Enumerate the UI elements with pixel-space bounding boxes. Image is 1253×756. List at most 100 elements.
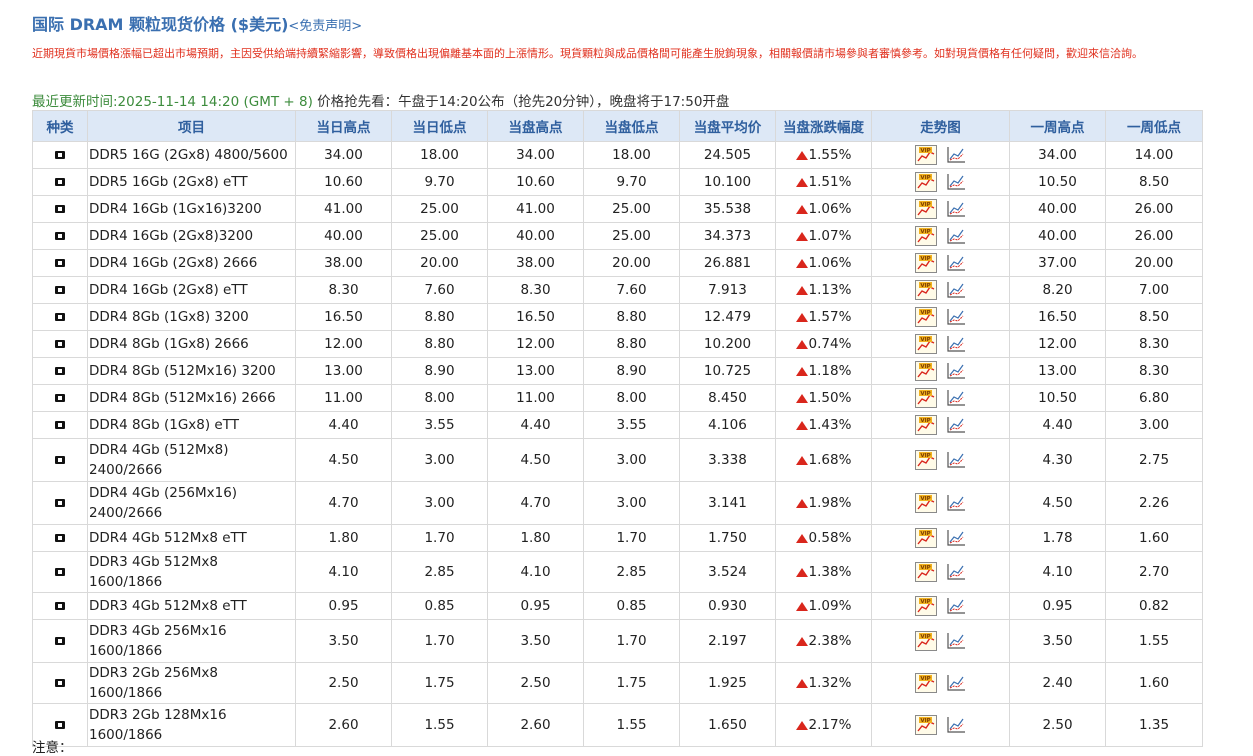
line-chart-icon[interactable] bbox=[945, 596, 967, 616]
page-title: 国际 DRAM 颗粒现货价格 ($美元)<免责声明> bbox=[32, 11, 362, 35]
change-value: 1.68% bbox=[808, 452, 852, 468]
vip-chart-icon[interactable]: VIP bbox=[914, 388, 937, 408]
type-cell bbox=[32, 195, 88, 223]
vip-chart-icon[interactable]: VIP bbox=[914, 226, 937, 246]
trend-cell: VIP bbox=[871, 357, 1010, 385]
vip-chart-icon[interactable]: VIP bbox=[914, 334, 937, 354]
table-row: DDR4 16Gb (1Gx16)3200 41.00 25.00 41.00 25.0… bbox=[32, 195, 1203, 223]
session-low-cell: 25.00 bbox=[583, 222, 680, 250]
session-high-cell: 13.00 bbox=[487, 357, 584, 385]
table-row: DDR4 8Gb (1Gx8) eTT 4.40 3.55 4.40 3.55 4.106… bbox=[32, 411, 1203, 439]
vip-chart-icon[interactable]: VIP bbox=[914, 145, 937, 165]
week-low-cell: 8.50 bbox=[1105, 303, 1203, 331]
vip-chart-icon[interactable]: VIP bbox=[914, 172, 937, 192]
trend-cell: VIP bbox=[871, 481, 1010, 525]
vip-chart-icon[interactable]: VIP bbox=[914, 307, 937, 327]
session-high-cell: 8.30 bbox=[487, 276, 584, 304]
vip-chart-icon[interactable]: VIP bbox=[914, 280, 937, 300]
line-chart-icon[interactable] bbox=[945, 307, 967, 327]
svg-text:VIP: VIP bbox=[920, 418, 930, 424]
change-value: 0.58% bbox=[808, 530, 852, 546]
vip-chart-icon[interactable]: VIP bbox=[914, 631, 937, 651]
chip-type-icon bbox=[55, 721, 65, 729]
vip-chart-icon[interactable]: VIP bbox=[914, 199, 937, 219]
session-average-cell: 35.538 bbox=[679, 195, 776, 223]
line-chart-icon[interactable] bbox=[945, 388, 967, 408]
day-high-cell: 4.40 bbox=[295, 411, 392, 439]
col-header-week-low: 一周低点 bbox=[1105, 110, 1203, 142]
line-chart-icon[interactable] bbox=[945, 172, 967, 192]
week-high-cell: 2.50 bbox=[1009, 703, 1106, 747]
change-value: 1.07% bbox=[808, 228, 852, 244]
session-low-cell: 1.70 bbox=[583, 524, 680, 552]
session-change-cell: 1.07% bbox=[775, 222, 872, 250]
day-low-cell: 1.70 bbox=[391, 524, 488, 552]
week-low-cell: 8.30 bbox=[1105, 330, 1203, 358]
table-row: DDR4 8Gb (512Mx16) 2666 11.00 8.00 11.00 8.0… bbox=[32, 384, 1203, 412]
session-low-cell: 20.00 bbox=[583, 249, 680, 277]
type-cell bbox=[32, 384, 88, 412]
session-low-cell: 3.00 bbox=[583, 438, 680, 482]
week-low-cell: 20.00 bbox=[1105, 249, 1203, 277]
line-chart-icon[interactable] bbox=[945, 415, 967, 435]
trend-cell: VIP bbox=[871, 384, 1010, 412]
day-low-cell: 1.75 bbox=[391, 662, 488, 704]
chip-type-icon bbox=[55, 679, 65, 687]
trend-cell: VIP bbox=[871, 551, 1010, 593]
up-arrow-icon bbox=[795, 285, 808, 295]
session-change-cell: 1.32% bbox=[775, 662, 872, 704]
day-high-cell: 13.00 bbox=[295, 357, 392, 385]
item-name: DDR4 8Gb (1Gx8) 2666 bbox=[87, 330, 296, 358]
col-header-session-low: 当盘低点 bbox=[583, 110, 680, 142]
vip-chart-icon[interactable]: VIP bbox=[914, 596, 937, 616]
item-name: DDR4 4Gb 512Mx8 eTT bbox=[87, 524, 296, 552]
line-chart-icon[interactable] bbox=[945, 253, 967, 273]
vip-chart-icon[interactable]: VIP bbox=[914, 450, 937, 470]
line-chart-icon[interactable] bbox=[945, 528, 967, 548]
session-average-cell: 10.100 bbox=[679, 168, 776, 196]
item-name: DDR3 2Gb 256Mx8 1600/1866 bbox=[87, 662, 296, 704]
trend-cell: VIP bbox=[871, 662, 1010, 704]
item-name: DDR3 4Gb 512Mx8 eTT bbox=[87, 592, 296, 620]
change-value: 1.18% bbox=[808, 363, 852, 379]
line-chart-icon[interactable] bbox=[945, 226, 967, 246]
session-high-cell: 41.00 bbox=[487, 195, 584, 223]
line-chart-icon[interactable] bbox=[945, 145, 967, 165]
line-chart-icon[interactable] bbox=[945, 493, 967, 513]
session-change-cell: 1.51% bbox=[775, 168, 872, 196]
item-name: DDR4 16Gb (2Gx8) eTT bbox=[87, 276, 296, 304]
vip-chart-icon[interactable]: VIP bbox=[914, 253, 937, 273]
session-average-cell: 8.450 bbox=[679, 384, 776, 412]
line-chart-icon[interactable] bbox=[945, 450, 967, 470]
vip-chart-icon[interactable]: VIP bbox=[914, 493, 937, 513]
svg-text:VIP: VIP bbox=[920, 256, 930, 262]
session-low-cell: 25.00 bbox=[583, 195, 680, 223]
svg-text:VIP: VIP bbox=[920, 337, 930, 343]
line-chart-icon[interactable] bbox=[945, 334, 967, 354]
type-cell bbox=[32, 481, 88, 525]
line-chart-icon[interactable] bbox=[945, 673, 967, 693]
line-chart-icon[interactable] bbox=[945, 361, 967, 381]
line-chart-icon[interactable] bbox=[945, 631, 967, 651]
trend-cell: VIP bbox=[871, 703, 1010, 747]
chip-type-icon bbox=[55, 456, 65, 464]
session-high-cell: 4.70 bbox=[487, 481, 584, 525]
line-chart-icon[interactable] bbox=[945, 715, 967, 735]
line-chart-icon[interactable] bbox=[945, 562, 967, 582]
session-low-cell: 7.60 bbox=[583, 276, 680, 304]
disclaimer-link[interactable]: <免责声明> bbox=[288, 19, 362, 34]
session-change-cell: 1.43% bbox=[775, 411, 872, 439]
item-name: DDR3 2Gb 128Mx16 1600/1866 bbox=[87, 703, 296, 747]
vip-chart-icon[interactable]: VIP bbox=[914, 415, 937, 435]
svg-text:VIP: VIP bbox=[920, 175, 930, 181]
session-high-cell: 12.00 bbox=[487, 330, 584, 358]
vip-chart-icon[interactable]: VIP bbox=[914, 528, 937, 548]
vip-chart-icon[interactable]: VIP bbox=[914, 715, 937, 735]
session-change-cell: 1.98% bbox=[775, 481, 872, 525]
vip-chart-icon[interactable]: VIP bbox=[914, 361, 937, 381]
line-chart-icon[interactable] bbox=[945, 280, 967, 300]
vip-chart-icon[interactable]: VIP bbox=[914, 673, 937, 693]
vip-chart-icon[interactable]: VIP bbox=[914, 562, 937, 582]
session-high-cell: 34.00 bbox=[487, 141, 584, 169]
line-chart-icon[interactable] bbox=[945, 199, 967, 219]
